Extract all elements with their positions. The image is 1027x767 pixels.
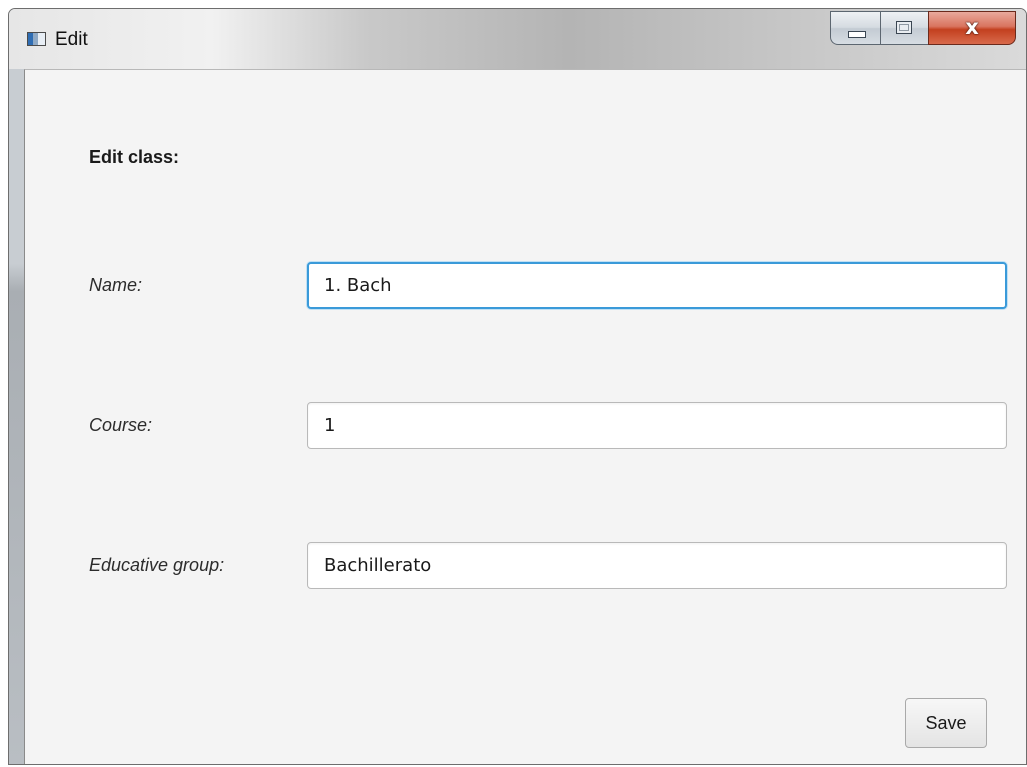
form-heading: Edit class: [89, 147, 180, 167]
name-label: Name: [89, 275, 143, 295]
close-button[interactable]: x [928, 11, 1016, 45]
window-title: Edit [55, 29, 88, 50]
app-window-icon[interactable] [27, 32, 46, 46]
edit-window: Edit x Edit class: Name: Course: Educati… [8, 8, 1027, 765]
save-button[interactable]: Save [905, 698, 987, 748]
educative-group-label: Educative group: [89, 555, 225, 575]
course-label: Course: [89, 415, 153, 435]
minimize-button[interactable] [830, 11, 880, 45]
form-panel: Edit class: Name: Course: Educative grou… [24, 69, 1026, 764]
window-left-border [9, 69, 24, 764]
educative-group-input[interactable] [307, 542, 1007, 589]
maximize-button[interactable] [880, 11, 928, 45]
minimize-icon [848, 31, 866, 38]
course-input[interactable] [307, 402, 1007, 449]
close-icon: x [965, 15, 979, 39]
caption-buttons: x [830, 11, 1016, 47]
name-input[interactable] [307, 262, 1007, 309]
maximize-icon [896, 21, 912, 34]
title-bar[interactable]: Edit x [9, 9, 1026, 69]
